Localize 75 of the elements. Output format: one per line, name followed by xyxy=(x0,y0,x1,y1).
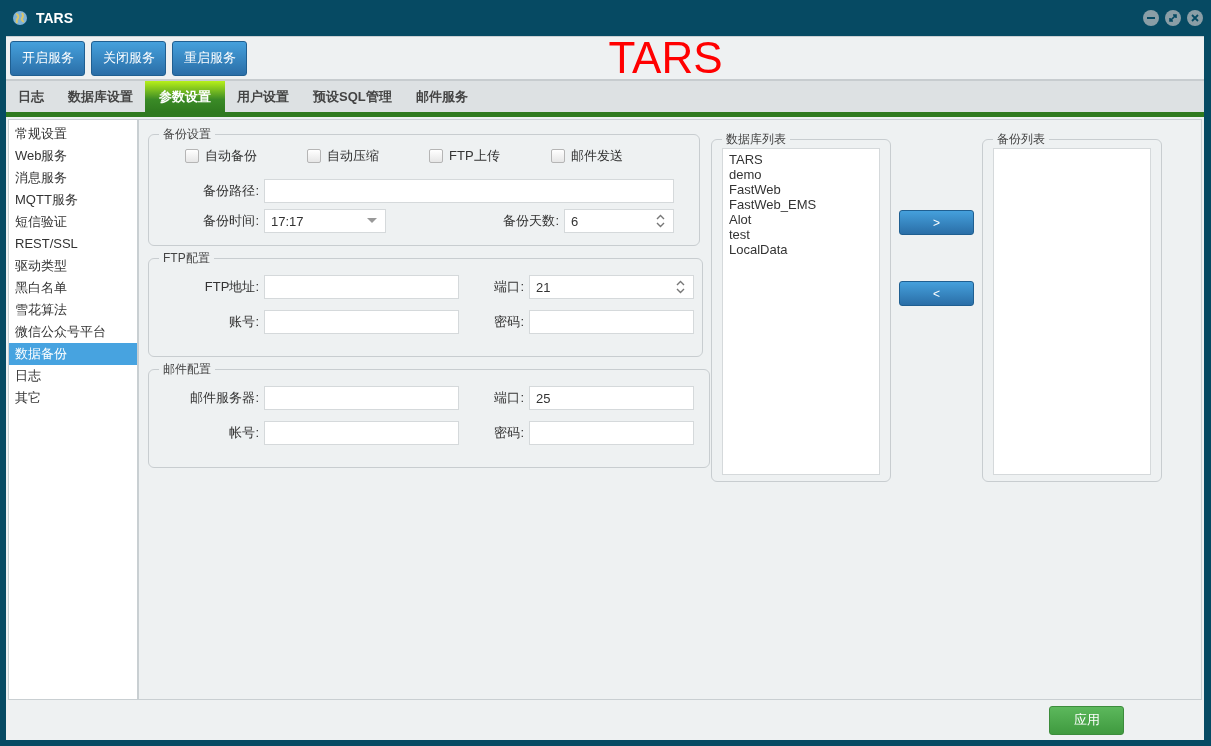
toolbar-button[interactable]: 重启服务 xyxy=(172,40,247,76)
input-field[interactable] xyxy=(264,421,459,445)
field-label: FTP地址: xyxy=(203,278,259,296)
sidebar-item[interactable]: REST/SSL xyxy=(9,233,137,255)
field-label: 邮件服务器: xyxy=(189,389,259,407)
input-field[interactable]: 25 xyxy=(529,386,694,410)
time-dropdown[interactable]: 17:17 xyxy=(264,209,386,233)
field-label: 备份天数: xyxy=(502,212,559,230)
dropdown-arrow-icon xyxy=(367,218,377,224)
sidebar-item[interactable]: 其它 xyxy=(9,387,137,409)
checkbox[interactable] xyxy=(185,149,199,163)
spinner-arrows-icon[interactable] xyxy=(676,280,685,294)
list-item[interactable]: FastWeb_EMS xyxy=(729,197,873,212)
group-title: 邮件配置 xyxy=(162,361,212,378)
field-label: 密码: xyxy=(493,424,524,442)
database-list[interactable]: TARS demo FastWeb FastWeb_EMS Alot test LocalData xyxy=(722,148,880,475)
field-label: 帐号: xyxy=(228,424,259,442)
tab[interactable]: 预设SQL管理 xyxy=(301,81,404,112)
checkbox-label: 邮件发送 xyxy=(571,147,623,165)
list-item[interactable]: test xyxy=(729,227,873,242)
input-field[interactable] xyxy=(529,310,694,334)
input-field[interactable] xyxy=(264,386,459,410)
list-item[interactable]: LocalData xyxy=(729,242,873,257)
field-label: 备份路径: xyxy=(202,182,259,200)
field-label: 端口: xyxy=(493,389,524,407)
field-label: 端口: xyxy=(493,278,524,296)
sidebar-item[interactable]: 常规设置 xyxy=(9,123,137,145)
window-title: TARS xyxy=(36,10,74,26)
field-label: 密码: xyxy=(493,313,524,331)
group-title: 数据库列表 xyxy=(725,131,787,148)
spinner-arrows-icon[interactable] xyxy=(656,214,665,228)
list-item[interactable]: Alot xyxy=(729,212,873,227)
tab[interactable]: 用户设置 xyxy=(225,81,301,112)
list-item[interactable]: FastWeb xyxy=(729,182,873,197)
number-spinner[interactable]: 6 xyxy=(564,209,674,233)
sidebar-item[interactable]: MQTT服务 xyxy=(9,189,137,211)
tab[interactable]: 邮件服务 xyxy=(403,81,480,112)
field-label: 账号: xyxy=(228,313,259,331)
sidebar-item[interactable]: 驱动类型 xyxy=(9,255,137,277)
checkbox[interactable] xyxy=(551,149,565,163)
sidebar-item[interactable]: 雪花算法 xyxy=(9,299,137,321)
checkbox[interactable] xyxy=(307,149,321,163)
globe-icon xyxy=(12,10,28,26)
sidebar-item[interactable]: 微信公众号平台 xyxy=(9,321,137,343)
tab[interactable]: 数据库设置 xyxy=(56,81,145,112)
checkbox[interactable] xyxy=(429,149,443,163)
list-item[interactable]: demo xyxy=(729,167,873,182)
maximize-icon[interactable] xyxy=(1165,10,1181,26)
sidebar-item[interactable]: 短信验证 xyxy=(9,211,137,233)
toolbar-button[interactable]: 关闭服务 xyxy=(91,40,166,76)
field-label: 备份时间: xyxy=(202,212,259,230)
checkbox-label: FTP上传 xyxy=(449,147,500,165)
list-item[interactable]: TARS xyxy=(729,152,873,167)
input-field[interactable] xyxy=(264,179,674,203)
group-title: FTP配置 xyxy=(162,250,211,267)
sidebar-item[interactable]: Web服务 xyxy=(9,145,137,167)
group-title: 备份设置 xyxy=(162,126,212,143)
close-icon[interactable] xyxy=(1187,10,1203,26)
brand-title: TARS xyxy=(607,33,724,83)
input-field[interactable] xyxy=(264,310,459,334)
number-spinner[interactable]: 21 xyxy=(529,275,694,299)
checkbox-label: 自动备份 xyxy=(205,147,257,165)
sidebar-item[interactable]: 日志 xyxy=(9,365,137,387)
input-field[interactable] xyxy=(529,421,694,445)
group-title: 备份列表 xyxy=(996,131,1046,148)
checkbox-label: 自动压缩 xyxy=(327,147,379,165)
move-button[interactable]: < xyxy=(899,281,974,306)
tab[interactable]: 参数设置 xyxy=(145,81,225,112)
sidebar-item[interactable]: 黑白名单 xyxy=(9,277,137,299)
toolbar-button[interactable]: 开启服务 xyxy=(10,40,85,76)
tab[interactable]: 日志 xyxy=(6,81,56,112)
sidebar-item[interactable]: 消息服务 xyxy=(9,167,137,189)
move-button[interactable]: > xyxy=(899,210,974,235)
minimize-icon[interactable] xyxy=(1143,10,1159,26)
input-field[interactable] xyxy=(264,275,459,299)
